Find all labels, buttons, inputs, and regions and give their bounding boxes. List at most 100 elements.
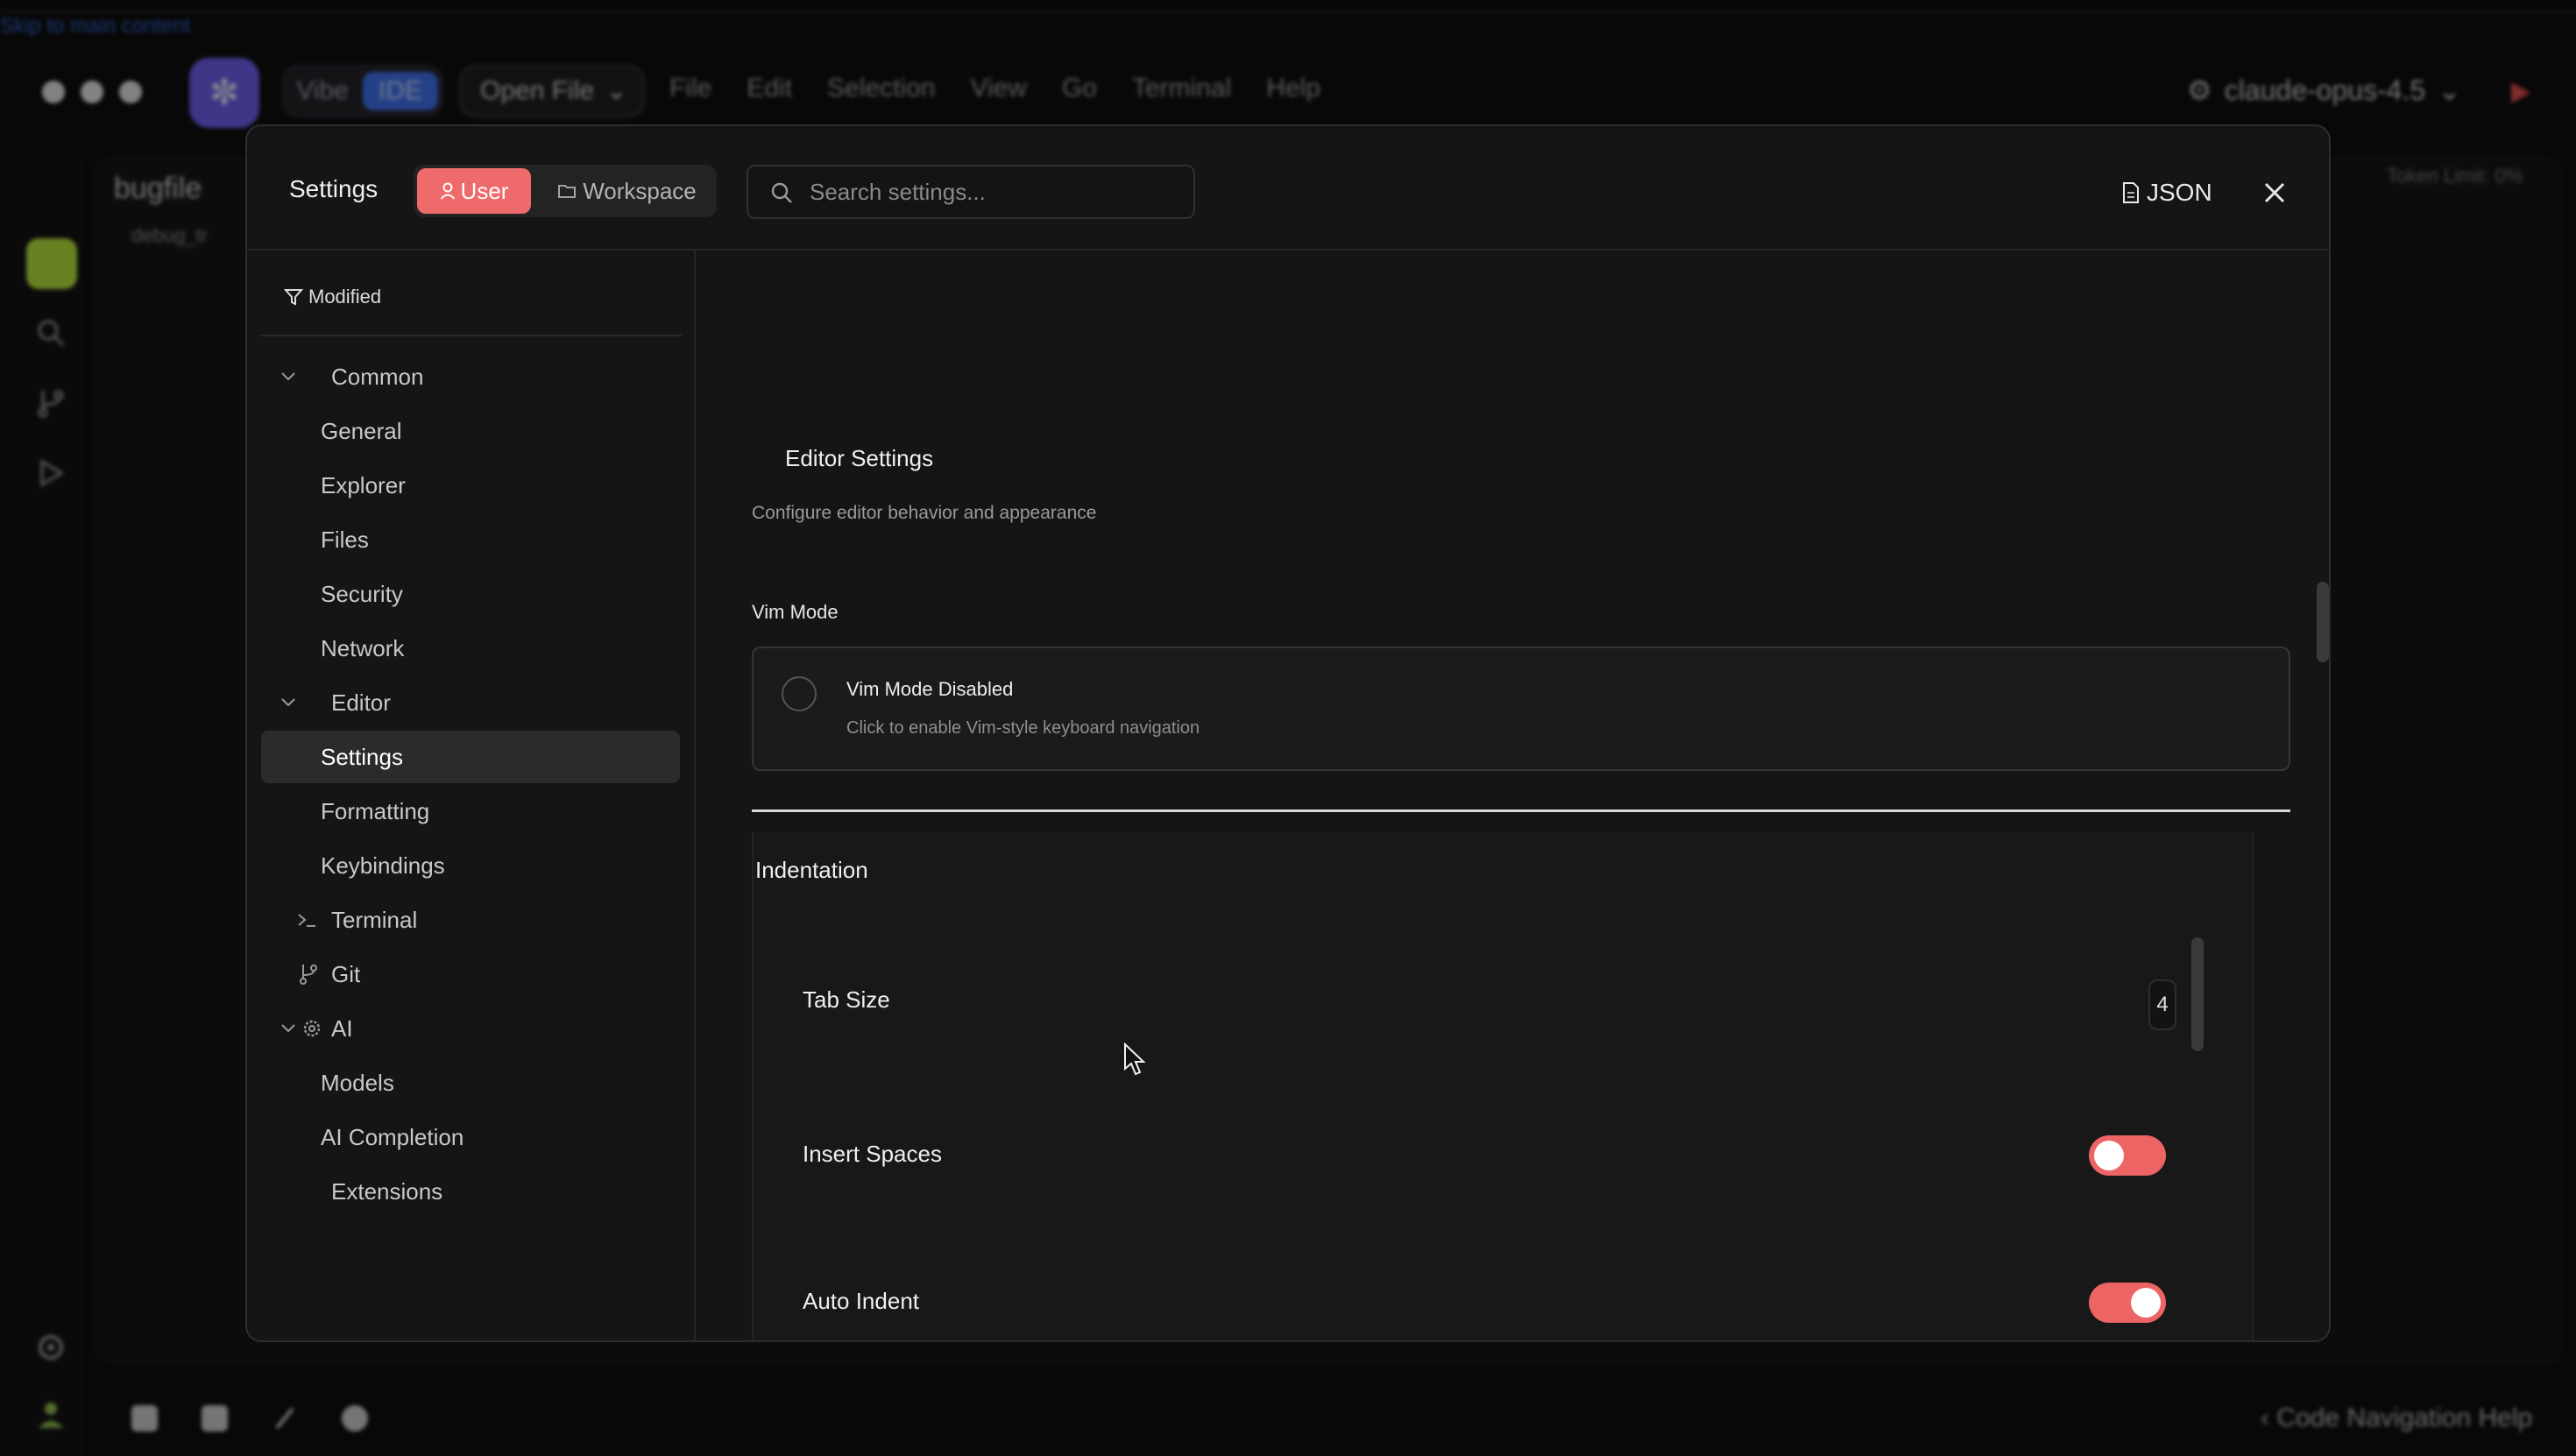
token-limit: Token Limit: 0% (2387, 165, 2523, 187)
section-title: Editor Settings (785, 445, 934, 471)
code-navigation-help[interactable]: ‹ Code Navigation Help (2261, 1403, 2532, 1433)
section-description: Configure editor behavior and appearance (752, 503, 1097, 523)
folder-icon (558, 185, 577, 198)
menu-edit[interactable]: Edit (747, 74, 792, 103)
vim-mode-status: Vim Mode Disabled (846, 678, 1014, 700)
group-scrollbar-thumb[interactable] (2191, 937, 2204, 1051)
model-name: claude-opus-4.5 (2224, 74, 2426, 106)
nav-group-editor[interactable]: Editor (261, 676, 680, 729)
nav-item-keybindings[interactable]: Keybindings (261, 839, 680, 892)
nav-item-ai-completion[interactable]: AI Completion (261, 1111, 680, 1163)
nav-item-files[interactable]: Files (261, 513, 680, 566)
window-maximize-dot[interactable] (119, 81, 142, 103)
open-file-button[interactable]: Open File ⌄ (459, 65, 645, 117)
tab-size-label: Tab Size (803, 986, 890, 1013)
nav-item-network[interactable]: Network (261, 622, 680, 675)
run-icon[interactable] (2509, 81, 2532, 105)
nav-item-models[interactable]: Models (261, 1057, 680, 1109)
nav-label: Editor (331, 689, 391, 716)
settings-title: Settings (289, 175, 379, 202)
menu-view[interactable]: View (970, 74, 1026, 103)
scope-workspace-label: Workspace (583, 177, 697, 204)
nav-label: Settings (321, 743, 403, 770)
search-icon (771, 182, 792, 203)
scope-user-tab[interactable]: User (417, 168, 531, 214)
auto-indent-toggle[interactable] (2089, 1283, 2166, 1323)
scope-user-label: User (460, 177, 509, 204)
git-branch-icon (300, 965, 317, 985)
chevron-down-icon (281, 1024, 295, 1033)
chevron-left-icon: ‹ (2261, 1403, 2269, 1432)
nav-item-formatting[interactable]: Formatting (261, 785, 680, 838)
nav-group-ai[interactable]: AI (261, 1002, 680, 1055)
nav-group-common[interactable]: Common (261, 350, 680, 403)
vim-mode-card[interactable]: Vim Mode Disabled Click to enable Vim-st… (752, 647, 2290, 771)
status-branch-icon[interactable] (272, 1405, 298, 1431)
explorer-icon[interactable] (26, 238, 77, 289)
close-settings-button[interactable] (2259, 177, 2290, 209)
nav-label: Extensions (331, 1177, 443, 1205)
settings-gear-icon[interactable] (35, 1332, 67, 1363)
tab-size-input[interactable]: 4 (2148, 979, 2176, 1030)
skip-to-content-link[interactable]: Skip to main content (0, 14, 190, 39)
indentation-group: Indentation Tab Size 4 Insert Spaces Aut… (752, 832, 2254, 1340)
menu-bar: File Edit Selection View Go Terminal Hel… (669, 74, 1320, 103)
group-scrollbar-track (2189, 832, 2206, 1340)
chevron-down-icon (281, 698, 295, 707)
nav-label: Common (331, 363, 424, 390)
nav-group-terminal[interactable]: Terminal (261, 894, 680, 946)
menu-selection[interactable]: Selection (827, 74, 935, 103)
indentation-title: Indentation (755, 857, 868, 883)
toggle-knob (2094, 1141, 2124, 1170)
vim-mode-label: Vim Mode (752, 601, 839, 623)
nav-label: Models (321, 1069, 394, 1096)
nav-label: Files (321, 526, 369, 553)
nav-group-git[interactable]: Git (261, 948, 680, 1000)
content-scrollbar-thumb[interactable] (2317, 582, 2329, 662)
status-square-icon[interactable] (131, 1405, 158, 1431)
filter-modified-button[interactable]: Modified (284, 286, 381, 308)
gear-icon: ⚙ (2187, 74, 2212, 106)
open-json-button[interactable]: JSON (2122, 173, 2212, 212)
scope-workspace-tab[interactable]: Workspace (541, 168, 713, 214)
nav-label: General (321, 417, 402, 444)
nav-item-general[interactable]: General (261, 405, 680, 457)
mode-ide-button[interactable]: IDE (363, 72, 438, 110)
search-icon[interactable] (35, 317, 67, 349)
vim-mode-radio[interactable] (782, 676, 817, 711)
auto-indent-label: Auto Indent (803, 1288, 919, 1314)
window-close-dot[interactable] (42, 81, 65, 103)
settings-search-input[interactable] (810, 173, 1178, 210)
vim-mode-hint: Click to enable Vim-style keyboard navig… (846, 718, 1200, 738)
menu-help[interactable]: Help (1266, 74, 1320, 103)
mode-vibe-button[interactable]: Vibe (291, 72, 354, 110)
menu-go[interactable]: Go (1062, 74, 1097, 103)
gear-icon (303, 1020, 321, 1037)
nav-item-explorer[interactable]: Explorer (261, 459, 680, 512)
scope-tabs: User Workspace (414, 165, 717, 217)
status-window-icon[interactable] (202, 1405, 228, 1431)
status-circle-icon[interactable] (342, 1405, 368, 1431)
sidebar-divider (261, 335, 682, 336)
source-control-icon[interactable] (35, 387, 67, 419)
file-subtitle: debug_tr (131, 224, 208, 246)
nav-label: Keybindings (321, 852, 445, 879)
menu-terminal[interactable]: Terminal (1132, 74, 1231, 103)
nav-item-settings[interactable]: Settings (261, 731, 680, 783)
settings-modal: Settings User Workspace JSON Mod (245, 124, 2331, 1342)
menu-file[interactable]: File (669, 74, 711, 103)
model-selector[interactable]: ⚙ claude-opus-4.5 ⌄ (2187, 74, 2461, 107)
nav-label: AI Completion (321, 1123, 464, 1150)
nav-label: Network (321, 634, 405, 661)
chevron-down-icon (281, 372, 295, 381)
window-minimize-dot[interactable] (81, 81, 103, 103)
nav-group-extensions[interactable]: Extensions (261, 1165, 680, 1218)
insert-spaces-toggle[interactable] (2089, 1135, 2166, 1176)
chevron-down-icon: ⌄ (2438, 74, 2461, 106)
nav-label: Git (331, 960, 361, 987)
run-debug-icon[interactable] (35, 457, 67, 489)
settings-content: Editor Settings Configure editor behavio… (697, 251, 2329, 1340)
file-title: bugfile (114, 172, 202, 205)
nav-item-security[interactable]: Security (261, 568, 680, 620)
nav-label: Security (321, 580, 403, 607)
